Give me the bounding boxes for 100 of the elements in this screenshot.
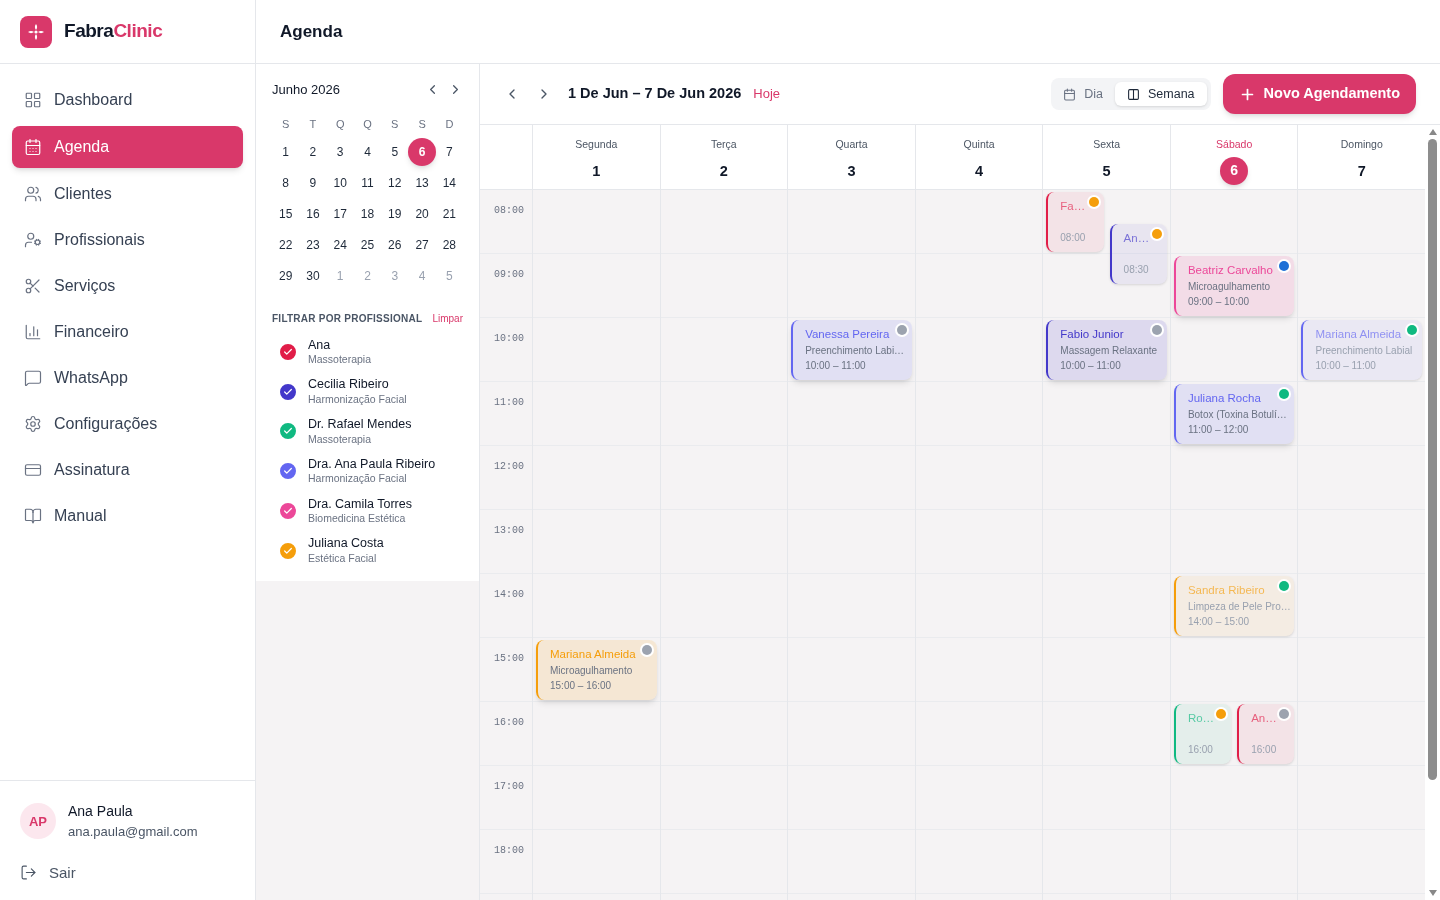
calendar-day[interactable]: 23 bbox=[299, 231, 327, 259]
calendar-day[interactable]: 21 bbox=[435, 200, 463, 228]
today-link[interactable]: Hoje bbox=[753, 84, 781, 104]
view-tab[interactable]: Dia bbox=[1055, 82, 1111, 106]
appointment-client: Ro… bbox=[1187, 711, 1216, 726]
weekday-label: D bbox=[444, 116, 455, 132]
page-title: Agenda bbox=[280, 20, 343, 43]
hour-label: 17:00 bbox=[494, 781, 524, 792]
appointment-client: An… bbox=[1251, 711, 1278, 726]
nav-item[interactable]: Dashboard bbox=[12, 80, 243, 120]
calendar-icon bbox=[1063, 87, 1077, 101]
nav-item[interactable]: WhatsApp bbox=[12, 358, 243, 398]
professional-checkbox[interactable] bbox=[280, 542, 296, 559]
weekday-name: Terça bbox=[711, 137, 737, 152]
professional-name: Juliana Costa bbox=[308, 536, 384, 552]
calendar-day[interactable]: 10 bbox=[326, 169, 354, 197]
calendar-day[interactable]: 14 bbox=[435, 169, 463, 197]
scissors-icon bbox=[24, 277, 42, 295]
nav-item[interactable]: Serviços bbox=[12, 266, 243, 306]
nav-item[interactable]: Configurações bbox=[12, 404, 243, 444]
appointment-card[interactable]: Beatriz Carvalho Microagulhamento 09:00 – 10:00 bbox=[1173, 256, 1295, 316]
appointment-service: Microagulhamento bbox=[1187, 280, 1272, 295]
calendar-day[interactable]: 20 bbox=[408, 200, 436, 228]
appointment-card[interactable]: Mariana Almeida Microagulhamento 15:00 – 16:00 bbox=[536, 640, 657, 700]
check-icon bbox=[283, 466, 293, 477]
new-appointment-button[interactable]: Novo Agendamento bbox=[1222, 74, 1416, 114]
calendar-day[interactable]: 16 bbox=[299, 200, 327, 228]
appointment-client: Mariana Almeida bbox=[550, 647, 637, 662]
calendar-day[interactable]: 19 bbox=[381, 200, 409, 228]
professional-checkbox[interactable] bbox=[280, 463, 296, 480]
nav-item[interactable]: Agenda bbox=[12, 126, 243, 168]
view-tab[interactable]: Semana bbox=[1115, 82, 1207, 106]
appointment-client: An… bbox=[1123, 231, 1151, 246]
appointment-card[interactable]: Fabio Junior Massagem Relaxante 10:00 – 11:00 bbox=[1046, 320, 1167, 380]
calendar-day[interactable]: 17 bbox=[326, 200, 354, 228]
hour-label: 15:00 bbox=[494, 653, 524, 664]
professional-specialty: Biomedicina Estética bbox=[308, 512, 407, 526]
calendar-day[interactable]: 24 bbox=[326, 231, 354, 259]
user-avatar: AP bbox=[20, 803, 56, 840]
appointment-service: Preenchimento Labi… bbox=[805, 344, 904, 359]
nav-item[interactable]: Financeiro bbox=[12, 312, 243, 352]
appointment-client: Mariana Almeida bbox=[1315, 327, 1403, 342]
settings-icon bbox=[24, 415, 42, 433]
calendar-day[interactable]: 5 bbox=[381, 138, 409, 166]
calendar-day[interactable]: 3 bbox=[326, 138, 354, 166]
appointment-client: Juliana Rocha bbox=[1187, 391, 1262, 406]
calendar-day[interactable]: 8 bbox=[272, 169, 300, 197]
calendar-icon bbox=[24, 138, 42, 156]
weekday-name: Quarta bbox=[835, 137, 868, 152]
professional-checkbox[interactable] bbox=[280, 423, 296, 440]
calendar-day[interactable]: 13 bbox=[408, 169, 436, 197]
professional-checkbox[interactable] bbox=[280, 343, 296, 360]
appointment-time: 14:00 – 15:00 bbox=[1187, 615, 1251, 630]
professional-name: Cecilia Ribeiro bbox=[308, 377, 390, 393]
professional-checkbox[interactable] bbox=[280, 502, 296, 519]
clear-link[interactable]: Limpar bbox=[432, 310, 463, 326]
check-icon bbox=[283, 505, 293, 516]
calendar-day[interactable]: 1 bbox=[272, 138, 300, 166]
bar-chart-icon bbox=[24, 323, 42, 341]
calendar-day[interactable]: 29 bbox=[272, 262, 300, 290]
nav-item[interactable]: Clientes bbox=[12, 174, 243, 214]
calendar-day[interactable]: 30 bbox=[299, 262, 327, 290]
calendar-day[interactable]: 12 bbox=[381, 169, 409, 197]
calendar-day[interactable]: 26 bbox=[381, 231, 409, 259]
calendar-day[interactable]: 7 bbox=[435, 138, 463, 166]
professional-name: Dra. Camila Torres bbox=[308, 496, 412, 513]
logout-button[interactable]: Sair bbox=[20, 861, 235, 884]
nav-item[interactable]: Profissionais bbox=[12, 220, 243, 260]
professional-checkbox[interactable] bbox=[280, 383, 296, 400]
calendar-day[interactable]: 27 bbox=[408, 231, 436, 259]
calendar-day[interactable]: 28 bbox=[435, 231, 463, 259]
appointment-time: 10:00 – 11:00 bbox=[805, 359, 867, 374]
calendar-day[interactable]: 18 bbox=[353, 200, 382, 228]
appointment-card[interactable]: Juliana Rocha Botox (Toxina Botulí… 11:00 – 12:00 bbox=[1173, 384, 1295, 444]
weekday-label: Q bbox=[334, 116, 346, 132]
nav-item[interactable]: Manual bbox=[12, 496, 243, 536]
calendar-day[interactable]: 6 bbox=[408, 138, 436, 166]
nav-item[interactable]: Assinatura bbox=[12, 450, 243, 490]
appointment-card[interactable]: Vanessa Pereira Preenchimento Labi… 10:00 – 11:00 bbox=[791, 320, 912, 380]
calendar-day[interactable]: 22 bbox=[272, 231, 300, 259]
hour-label: 10:00 bbox=[494, 333, 524, 344]
weekday-name: Domingo bbox=[1340, 137, 1383, 152]
day-number: 4 bbox=[975, 161, 984, 181]
calendar-day[interactable]: 9 bbox=[299, 169, 327, 197]
appointment-time: 11:00 – 12:00 bbox=[1187, 423, 1250, 438]
scroll-down-icon[interactable] bbox=[1428, 890, 1437, 896]
calendar-day[interactable]: 4 bbox=[353, 138, 382, 166]
user-name: Ana Paula bbox=[68, 802, 134, 821]
professional-specialty: Harmonização Facial bbox=[308, 472, 408, 486]
appointment-client: Fabio Junior bbox=[1060, 327, 1125, 342]
appointment-time: 16:00 bbox=[1251, 743, 1278, 757]
calendar-day[interactable]: 15 bbox=[272, 200, 300, 228]
card-icon bbox=[24, 461, 42, 479]
calendar-day[interactable]: 2 bbox=[299, 138, 327, 166]
scroll-up-icon[interactable] bbox=[1428, 129, 1437, 135]
weekday-label: S bbox=[390, 116, 400, 132]
calendar-day[interactable]: 25 bbox=[353, 231, 382, 259]
appointment-client: Sandra Ribeiro bbox=[1187, 583, 1266, 598]
calendar-day[interactable]: 11 bbox=[353, 169, 382, 197]
logo-icon bbox=[20, 15, 52, 48]
